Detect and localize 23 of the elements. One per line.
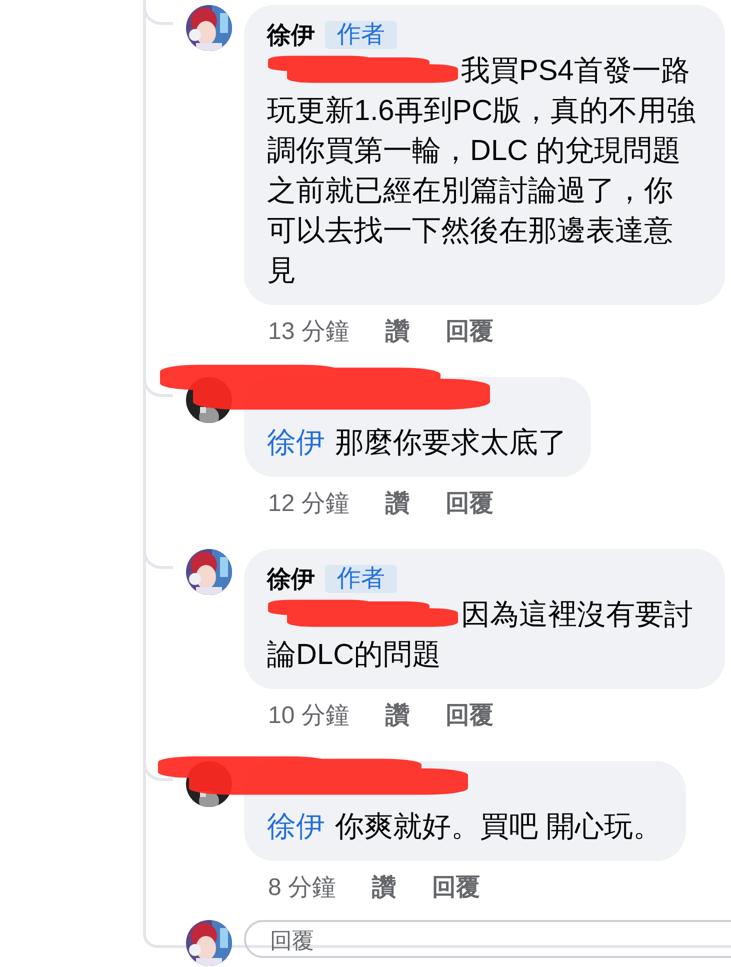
reply-link[interactable]: 回覆: [445, 317, 494, 347]
comment-text: 那麼你要求太底了: [335, 427, 567, 459]
like-link[interactable]: 讚: [372, 873, 396, 903]
comment-time[interactable]: 10 分鐘: [268, 701, 350, 731]
commenter-name[interactable]: 徐伊: [267, 19, 315, 51]
reply-link[interactable]: 回覆: [432, 873, 480, 903]
comment-text: 我買PS4首發一路玩更新1.6再到PC版，真的不用強調你買第一輪，DLC 的兌現問題之前就已經在別篇討論過了，你可以去找一下然後在那邊表達意見: [267, 55, 696, 287]
comment-text: 因為這裡沒有要討論DLC的問題: [267, 599, 693, 671]
mention-link[interactable]: 徐伊: [267, 811, 325, 843]
mention-link[interactable]: 徐伊: [267, 427, 325, 459]
like-link[interactable]: 讚: [385, 489, 410, 519]
author-badge: 作者: [325, 21, 397, 49]
comment-text: 你爽就好。買吧 開心玩。: [335, 811, 662, 843]
reply-field[interactable]: 回覆: [244, 920, 731, 958]
comment-time[interactable]: 13 分鐘: [268, 317, 350, 347]
commenter-name[interactable]: 徐伊: [267, 563, 315, 595]
author-badge: 作者: [325, 565, 397, 593]
reply-link[interactable]: 回覆: [445, 489, 494, 519]
comment-time[interactable]: 8 分鐘: [268, 873, 336, 903]
comment-time[interactable]: 12 分鐘: [268, 489, 350, 519]
reply-link[interactable]: 回覆: [445, 701, 494, 731]
like-link[interactable]: 讚: [385, 701, 410, 731]
like-link[interactable]: 讚: [385, 317, 410, 347]
